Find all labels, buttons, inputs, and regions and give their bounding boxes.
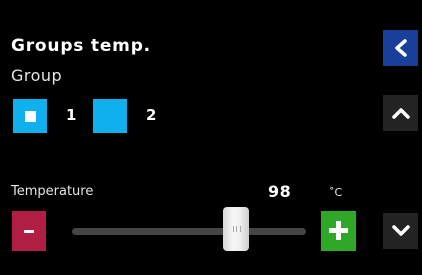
group-2-button[interactable] bbox=[93, 99, 127, 133]
temperature-value: 98 bbox=[268, 182, 292, 201]
group-2-number: 2 bbox=[146, 106, 157, 124]
increase-temperature-button[interactable] bbox=[321, 211, 356, 251]
grip-icon bbox=[233, 226, 241, 232]
group-1-number: 1 bbox=[66, 106, 77, 124]
temperature-label: Temperature bbox=[11, 184, 94, 199]
temperature-unit: ˚C bbox=[329, 186, 343, 199]
group-label: Group bbox=[11, 66, 63, 85]
back-button[interactable] bbox=[383, 30, 418, 66]
decrease-temperature-button[interactable] bbox=[12, 211, 46, 251]
page-title: Groups temp. bbox=[11, 36, 151, 56]
chevron-up-icon bbox=[391, 108, 410, 119]
chevron-left-icon bbox=[394, 39, 407, 57]
temperature-slider-thumb[interactable] bbox=[223, 207, 249, 251]
chevron-down-icon bbox=[391, 225, 410, 236]
scroll-down-button[interactable] bbox=[383, 213, 418, 249]
temperature-slider-track[interactable] bbox=[72, 228, 306, 235]
selected-indicator bbox=[25, 111, 36, 122]
minus-icon bbox=[24, 230, 34, 233]
group-1-button[interactable] bbox=[13, 99, 47, 133]
scroll-up-button[interactable] bbox=[383, 95, 418, 131]
